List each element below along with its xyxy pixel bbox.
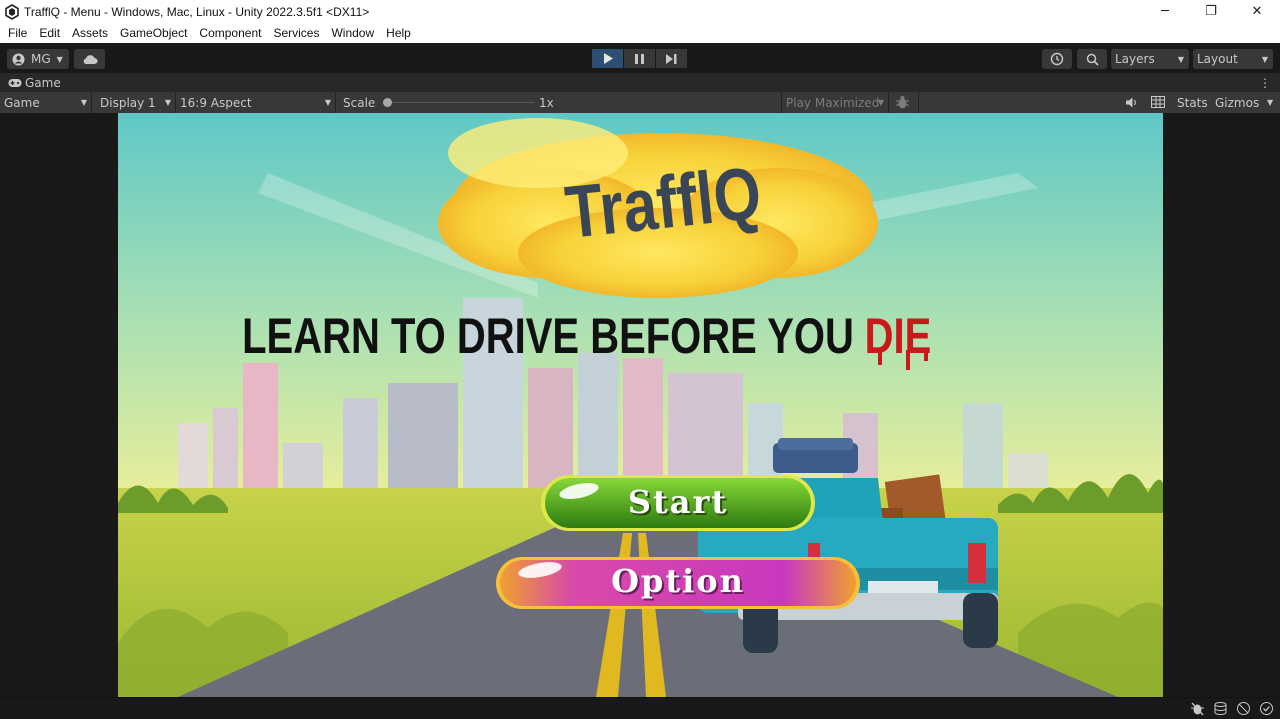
- main-toolbar: MG ▼ Layers ▼ Layout ▼: [0, 43, 1280, 73]
- minimize-button[interactable]: ─: [1142, 0, 1188, 23]
- status-bar: [0, 697, 1280, 719]
- account-label: MG: [31, 52, 51, 66]
- pause-button[interactable]: [624, 49, 655, 68]
- scale-value: 1x: [539, 95, 554, 110]
- account-icon: [12, 53, 25, 65]
- chevron-down-icon: ▼: [324, 98, 331, 107]
- layers-label: Layers: [1115, 52, 1155, 66]
- view-select-value: Game: [4, 95, 40, 110]
- tab-game-label: Game: [25, 75, 61, 90]
- play-icon: [603, 53, 613, 64]
- collab-icon[interactable]: [1236, 701, 1251, 716]
- cache-server-icon[interactable]: [1213, 701, 1228, 716]
- window-title: TrafflQ - Menu - Windows, Mac, Linux - U…: [24, 4, 370, 19]
- game-view: TrafflQ LEARN TO DRIVE BEFORE YOU DIE St…: [0, 113, 1280, 697]
- stats-button[interactable]: Stats: [1177, 96, 1208, 110]
- menu-window[interactable]: Window: [325, 26, 380, 40]
- grid-button[interactable]: [1151, 96, 1165, 111]
- game-tab-bar: Game ⋮: [0, 73, 1280, 92]
- unity-logo-icon: [5, 3, 19, 20]
- menu-help[interactable]: Help: [380, 26, 417, 40]
- step-button[interactable]: [656, 49, 687, 68]
- more-options-icon[interactable]: ⋮: [1259, 76, 1271, 90]
- view-select[interactable]: Game ▼: [0, 92, 92, 113]
- tagline: LEARN TO DRIVE BEFORE YOU: [242, 308, 854, 364]
- layout-dropdown[interactable]: Layout ▼: [1193, 49, 1273, 69]
- menu-component[interactable]: Component: [193, 26, 267, 40]
- cloud-icon: [83, 54, 97, 64]
- play-mode-value: Play Maximized: [786, 95, 880, 110]
- start-button-label: Start: [627, 483, 729, 521]
- cloud-button[interactable]: [74, 49, 105, 69]
- menu-file[interactable]: File: [2, 26, 33, 40]
- scale-slider-handle[interactable]: [383, 98, 392, 107]
- step-icon: [666, 53, 677, 64]
- start-button[interactable]: Start: [539, 473, 817, 533]
- search-icon: [1086, 53, 1099, 66]
- tab-game[interactable]: Game: [0, 76, 61, 90]
- debug-status-icon[interactable]: [1190, 701, 1205, 716]
- layers-dropdown[interactable]: Layers ▼: [1111, 49, 1189, 69]
- play-mode-select[interactable]: Play Maximized ▼: [781, 92, 889, 113]
- chevron-down-icon: ▼: [1177, 54, 1184, 64]
- aspect-select[interactable]: 16:9 Aspect ▼: [176, 92, 336, 113]
- search-button[interactable]: [1077, 49, 1107, 69]
- tagline-die: DIE: [865, 308, 932, 364]
- restore-button[interactable]: ❐: [1188, 0, 1234, 23]
- option-button[interactable]: Option: [494, 555, 862, 611]
- account-dropdown[interactable]: MG ▼: [7, 49, 69, 69]
- aspect-select-value: 16:9 Aspect: [180, 95, 252, 110]
- game-view-toolbar: Game ▼ Display 1 ▼ 16:9 Aspect ▼ Scale 1…: [0, 92, 1280, 113]
- window-title-bar: TrafflQ - Menu - Windows, Mac, Linux - U…: [0, 0, 1280, 23]
- display-select[interactable]: Display 1 ▼: [96, 92, 176, 113]
- chevron-down-icon: ▼: [877, 98, 884, 107]
- gizmos-button[interactable]: Gizmos: [1215, 96, 1259, 110]
- game-viewport[interactable]: TrafflQ LEARN TO DRIVE BEFORE YOU DIE St…: [118, 113, 1163, 697]
- close-button[interactable]: ✕: [1234, 0, 1280, 23]
- layout-label: Layout: [1197, 52, 1238, 66]
- menu-services[interactable]: Services: [267, 26, 325, 40]
- menu-edit[interactable]: Edit: [33, 26, 66, 40]
- debug-button[interactable]: [895, 95, 910, 113]
- mute-audio-button[interactable]: [1124, 95, 1139, 113]
- play-button[interactable]: [592, 49, 623, 68]
- menu-bar: File Edit Assets GameObject Component Se…: [0, 23, 1280, 43]
- speaker-icon: [1126, 97, 1136, 108]
- menu-gameobject[interactable]: GameObject: [114, 26, 193, 40]
- bug-icon: [896, 96, 909, 109]
- scale-label: Scale: [343, 95, 376, 110]
- divider: [918, 92, 919, 113]
- chevron-down-icon: ▼: [80, 98, 87, 107]
- undo-history-button[interactable]: [1042, 49, 1072, 69]
- option-button-label: Option: [611, 562, 745, 600]
- gamepad-icon: [8, 78, 22, 87]
- chevron-down-icon: ▼: [56, 54, 63, 64]
- play-controls: [592, 49, 687, 68]
- display-select-value: Display 1: [100, 95, 156, 110]
- progress-icon[interactable]: [1259, 701, 1274, 716]
- grid-icon: [1151, 96, 1165, 108]
- pause-icon: [635, 53, 644, 64]
- scale-slider-track[interactable]: [384, 102, 534, 103]
- history-icon: [1050, 52, 1064, 66]
- menu-assets[interactable]: Assets: [66, 26, 114, 40]
- chevron-down-icon[interactable]: ▼: [1267, 98, 1273, 107]
- chevron-down-icon: ▼: [164, 98, 171, 107]
- chevron-down-icon: ▼: [1261, 54, 1268, 64]
